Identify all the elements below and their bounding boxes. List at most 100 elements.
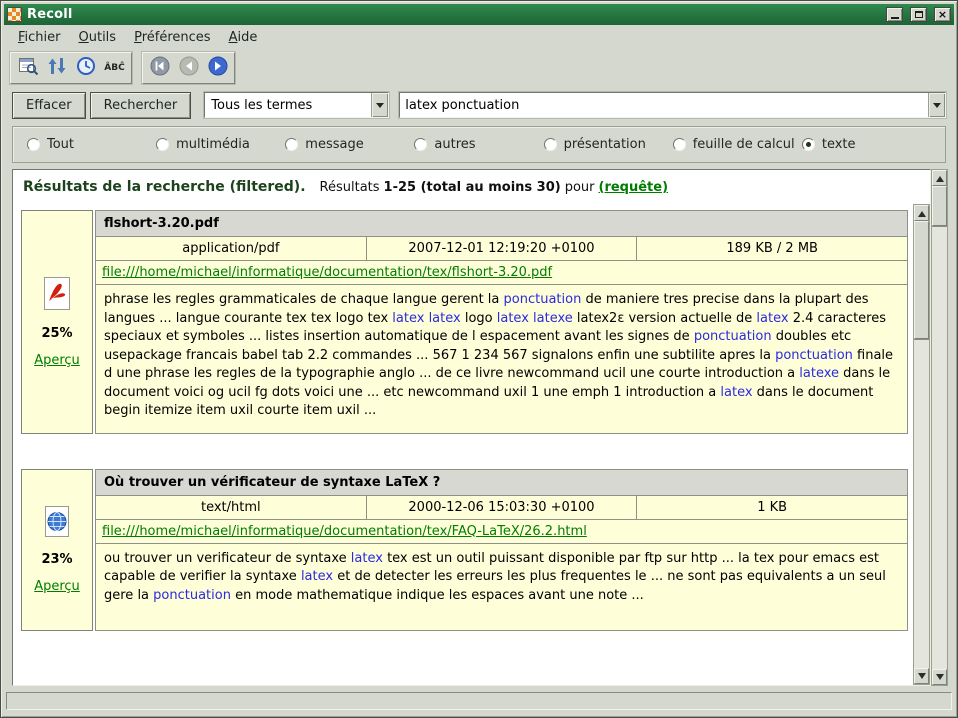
sort-by-dates-icon — [46, 55, 68, 81]
query-term-highlight: latexe — [799, 366, 839, 381]
up-arrow-icon — [918, 207, 926, 217]
query-term-highlight: latexe — [533, 311, 573, 326]
pdf-icon — [40, 275, 74, 317]
result-url-row: file:///home/michael/informatique/docume… — [95, 519, 908, 544]
filter-texte[interactable]: texte — [802, 137, 931, 152]
radio-icon — [156, 138, 169, 151]
titlebar[interactable]: Recoll × — [4, 4, 954, 25]
results-scrollbar[interactable] — [913, 204, 930, 685]
status-bar — [4, 690, 954, 714]
query-term-highlight: ponctuation — [504, 292, 582, 307]
close-button[interactable]: × — [934, 7, 951, 22]
filter-feuille-de-calcul[interactable]: feuille de calcul — [673, 137, 802, 152]
sort-by-dates-button[interactable] — [43, 55, 70, 81]
query-term-highlight: latex — [301, 569, 333, 584]
chevron-down-icon[interactable] — [371, 93, 388, 117]
query-term-highlight: latex — [392, 311, 424, 326]
menu-outils[interactable]: Outils — [71, 27, 125, 48]
query-term-highlight: latex — [720, 385, 752, 400]
minimize-button[interactable] — [886, 7, 903, 22]
radio-icon — [27, 138, 40, 151]
menu-preferences[interactable]: Préférences — [126, 27, 218, 48]
filter-label: présentation — [564, 137, 646, 152]
filter-bar: Tout multimédia message autres présentation f… — [12, 126, 946, 163]
search-mode-combo[interactable]: Tous les termes — [204, 92, 389, 118]
filter-label: autres — [434, 137, 475, 152]
maximize-button[interactable] — [910, 7, 927, 22]
down-arrow-glyph — [376, 103, 384, 112]
results-count: Résultats1-25 (total au moins 30)pour(re… — [320, 180, 673, 195]
result-url-link[interactable]: file:///home/michael/informatique/docume… — [102, 265, 552, 280]
menu-accel: P — [134, 30, 142, 45]
preview-link[interactable]: Aperçu — [34, 579, 80, 594]
doc-history-button[interactable] — [72, 55, 99, 81]
search-mode-value: Tous les termes — [205, 98, 371, 113]
results-region: Résultats de la recherche (filtered). Rés… — [12, 169, 948, 686]
filter-label: message — [305, 137, 363, 152]
next-page-button[interactable] — [204, 55, 231, 81]
result-url-row: file:///home/michael/informatique/docume… — [95, 260, 908, 285]
preview-link[interactable]: Aperçu — [34, 353, 80, 368]
down-arrow-icon — [918, 673, 926, 683]
result-date: 2007-12-01 12:19:20 +0100 — [366, 237, 637, 260]
query-input[interactable] — [400, 98, 928, 113]
radio-icon — [285, 138, 298, 151]
abstract-text: logo — [461, 311, 497, 326]
scroll-up-button[interactable] — [914, 205, 929, 221]
result-abstract: ou trouver un verificateur de syntaxe la… — [95, 543, 908, 631]
result-table: Où trouver un vérificateur de syntaxe La… — [95, 469, 908, 631]
term-explorer-button[interactable]: ÂBĈ — [101, 55, 128, 81]
menu-accel: F — [18, 30, 25, 45]
filter-tout[interactable]: Tout — [27, 137, 156, 152]
scroll-down-button[interactable] — [932, 669, 947, 685]
results-header: Résultats de la recherche (filtered). Rés… — [13, 170, 930, 204]
filter-label: feuille de calcul — [693, 137, 795, 152]
doc-history-icon — [75, 55, 97, 81]
status-message-field — [6, 692, 952, 710]
scroll-trough[interactable] — [932, 186, 947, 669]
menu-accel: O — [79, 30, 89, 45]
first-page-button[interactable] — [146, 55, 173, 81]
filter-multimédia[interactable]: multimédia — [156, 137, 285, 152]
scroll-trough[interactable] — [914, 221, 929, 668]
result-url-link[interactable]: file:///home/michael/informatique/docume… — [102, 524, 587, 539]
clear-button[interactable]: Effacer — [12, 92, 86, 119]
window-title: Recoll — [27, 7, 879, 22]
prev-page-button[interactable] — [175, 55, 202, 81]
menu-fichier[interactable]: Fichier — [10, 27, 69, 48]
filter-message[interactable]: message — [285, 137, 414, 152]
maximize-icon — [915, 11, 923, 18]
search-button[interactable]: Rechercher — [90, 92, 192, 119]
query-term-highlight: latex — [351, 551, 383, 566]
results-panel: Résultats de la recherche (filtered). Rés… — [12, 169, 931, 686]
next-page-icon — [208, 56, 228, 80]
recoll-app-icon — [7, 7, 22, 22]
outer-scrollbar[interactable] — [931, 169, 948, 686]
result-entry: 23%AperçuOù trouver un vérificateur de s… — [21, 469, 908, 631]
query-link[interactable]: (requête) — [599, 180, 669, 195]
query-term-highlight: ponctuation — [775, 348, 853, 363]
result-mime: text/html — [96, 496, 366, 519]
chevron-down-icon[interactable] — [928, 93, 945, 117]
menu-aide[interactable]: Aide — [221, 27, 266, 48]
filter-présentation[interactable]: présentation — [544, 137, 673, 152]
result-sidebar: 23%Aperçu — [21, 469, 93, 631]
query-term-highlight: latex — [429, 311, 461, 326]
scroll-thumb[interactable] — [932, 186, 947, 226]
query-term-highlight: latex — [497, 311, 529, 326]
query-combo[interactable] — [399, 92, 946, 118]
scroll-thumb[interactable] — [914, 221, 929, 339]
advanced-search-button[interactable] — [14, 55, 41, 81]
result-meta-row: text/html2000-12-06 15:03:30 +01001 KB — [95, 495, 908, 520]
abstract-text: latex2ε version actuelle de — [573, 311, 757, 326]
results-count-prefix: Résultats — [320, 180, 380, 195]
scroll-up-button[interactable] — [932, 170, 947, 186]
filter-label: multimédia — [176, 137, 250, 152]
radio-icon — [673, 138, 686, 151]
relevance-percent: 25% — [41, 326, 72, 341]
filter-autres[interactable]: autres — [414, 137, 543, 152]
result-size: 1 KB — [636, 496, 907, 519]
scroll-down-button[interactable] — [914, 668, 929, 684]
results-title: Résultats de la recherche (filtered). — [23, 179, 306, 195]
results-range: 1-25 (total au moins 30) — [384, 180, 561, 195]
